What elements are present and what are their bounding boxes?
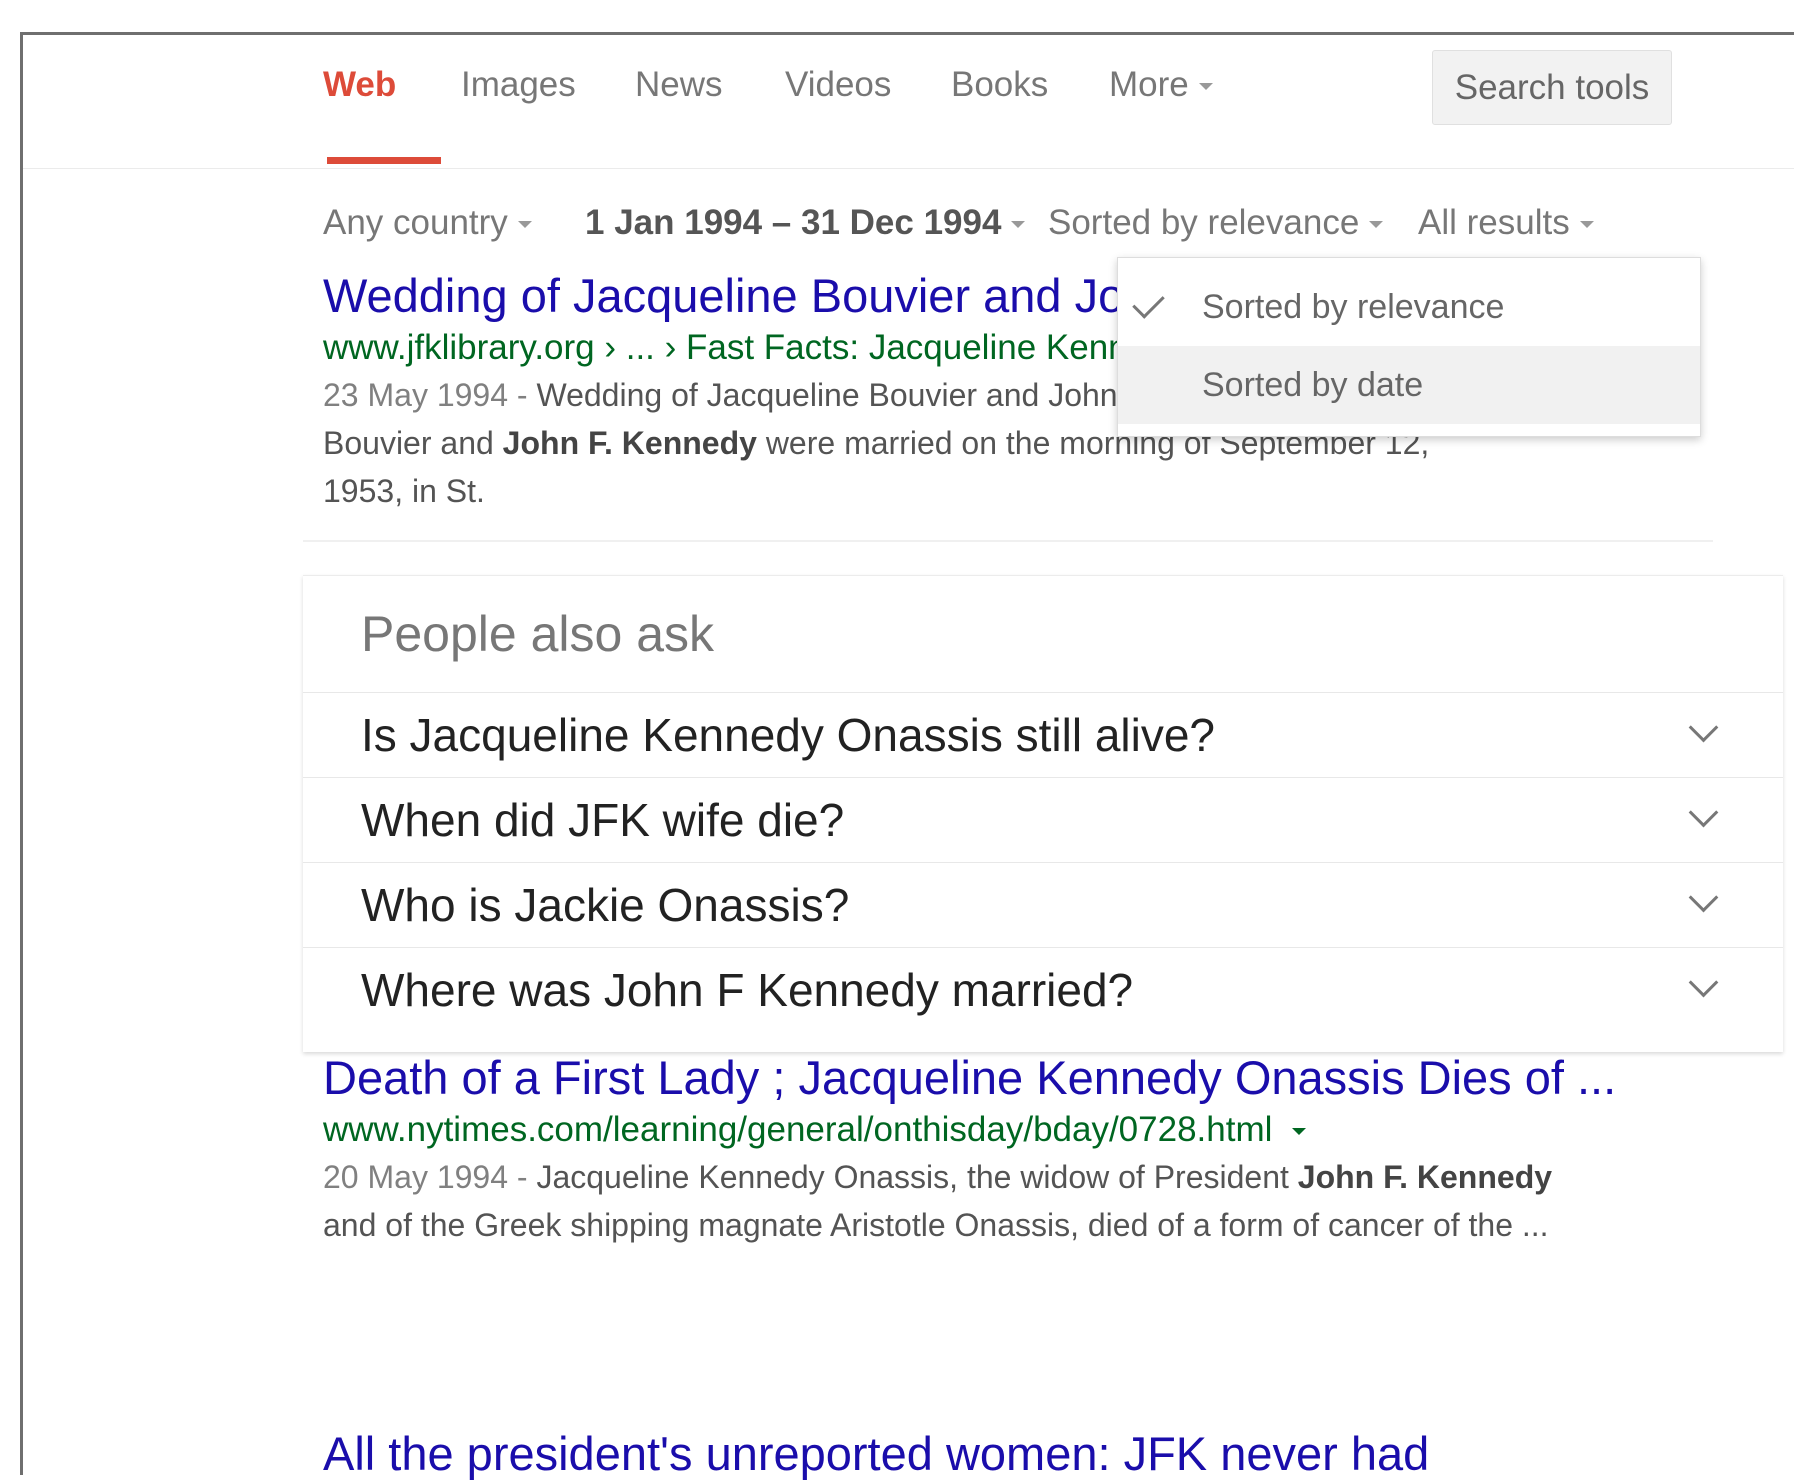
active-tab-indicator bbox=[327, 157, 441, 164]
sort-dropdown-menu: Sorted by relevance Sorted by date bbox=[1117, 257, 1701, 437]
snippet-text: Jacqueline Kennedy Onassis, the widow of… bbox=[536, 1159, 1298, 1195]
results-filter-label: All results bbox=[1418, 203, 1570, 242]
chevron-down-icon bbox=[1011, 221, 1026, 229]
result-snippet: 20 May 1994 - Jacqueline Kennedy Onassis… bbox=[323, 1153, 1723, 1249]
chevron-down-icon bbox=[1198, 83, 1213, 91]
chevron-down-icon[interactable] bbox=[1292, 1128, 1307, 1136]
people-also-ask-heading: People also ask bbox=[361, 606, 715, 662]
search-result: Death of a First Lady ; Jacqueline Kenne… bbox=[323, 1049, 1723, 1249]
browser-frame: Web Images News Videos Books More Search… bbox=[20, 32, 1794, 1480]
result-date: 20 May 1994 bbox=[323, 1159, 509, 1195]
result-title-link[interactable]: All the president's unreported women: JF… bbox=[323, 1425, 1429, 1483]
country-filter-label: Any country bbox=[323, 203, 508, 242]
sort-option-relevance[interactable]: Sorted by relevance bbox=[1118, 268, 1700, 346]
paa-question-text: When did JFK wife die? bbox=[361, 794, 845, 846]
result-title-link[interactable]: Death of a First Lady ; Jacqueline Kenne… bbox=[323, 1049, 1723, 1107]
result-date: 23 May 1994 bbox=[323, 377, 509, 413]
result-url-row: www.nytimes.com/learning/general/onthisd… bbox=[323, 1107, 1723, 1153]
paa-question[interactable]: Where was John F Kennedy married? bbox=[303, 947, 1783, 1032]
sort-option-date[interactable]: Sorted by date bbox=[1118, 346, 1700, 424]
paa-question-text: Is Jacqueline Kennedy Onassis still aliv… bbox=[361, 709, 1216, 761]
snippet-text: and of the Greek shipping magnate Aristo… bbox=[323, 1207, 1549, 1243]
chevron-down-icon bbox=[1688, 882, 1719, 913]
chevron-down-icon bbox=[1369, 221, 1384, 229]
date-range-filter[interactable]: 1 Jan 1994 – 31 Dec 1994 bbox=[585, 203, 1026, 243]
tab-web[interactable]: Web bbox=[323, 65, 396, 105]
sort-option-label: Sorted by date bbox=[1202, 366, 1424, 404]
paa-question-text: Where was John F Kennedy married? bbox=[361, 964, 1134, 1016]
snippet-emphasis: John F. Kennedy bbox=[1297, 1159, 1553, 1195]
snippet-text: Bouvier and bbox=[323, 425, 503, 461]
chevron-down-icon bbox=[1688, 712, 1719, 743]
search-tools-button[interactable]: Search tools bbox=[1432, 50, 1672, 125]
tab-more[interactable]: More bbox=[1109, 65, 1213, 105]
paa-question[interactable]: When did JFK wife die? bbox=[303, 777, 1783, 862]
results-filter[interactable]: All results bbox=[1418, 203, 1594, 243]
chevron-down-icon bbox=[1688, 967, 1719, 998]
chevron-down-icon bbox=[1688, 797, 1719, 828]
paa-question-text: Who is Jackie Onassis? bbox=[361, 879, 850, 931]
date-separator: - bbox=[508, 377, 537, 413]
result-url[interactable]: www.nytimes.com/learning/general/onthisd… bbox=[323, 1110, 1272, 1149]
sort-option-label: Sorted by relevance bbox=[1202, 288, 1505, 326]
sort-filter[interactable]: Sorted by relevance bbox=[1048, 203, 1384, 243]
date-range-label: 1 Jan 1994 – 31 Dec 1994 bbox=[585, 203, 1002, 242]
date-separator: - bbox=[508, 1159, 537, 1195]
country-filter[interactable]: Any country bbox=[323, 203, 532, 243]
tab-more-label: More bbox=[1109, 65, 1189, 104]
check-icon bbox=[1132, 286, 1165, 319]
divider bbox=[303, 540, 1713, 542]
people-also-ask-panel: People also ask Is Jacqueline Kennedy On… bbox=[303, 575, 1783, 1052]
tab-images[interactable]: Images bbox=[461, 65, 576, 105]
chevron-down-icon bbox=[517, 221, 532, 229]
tab-books[interactable]: Books bbox=[951, 65, 1048, 105]
search-tabs-bar: Web Images News Videos Books More Search… bbox=[23, 35, 1794, 169]
paa-question[interactable]: Is Jacqueline Kennedy Onassis still aliv… bbox=[303, 692, 1783, 777]
paa-question[interactable]: Who is Jackie Onassis? bbox=[303, 862, 1783, 947]
tab-news[interactable]: News bbox=[635, 65, 723, 105]
tab-videos[interactable]: Videos bbox=[785, 65, 891, 105]
chevron-down-icon bbox=[1579, 221, 1594, 229]
sort-filter-label: Sorted by relevance bbox=[1048, 203, 1360, 242]
snippet-emphasis: John F. Kennedy bbox=[502, 425, 757, 461]
